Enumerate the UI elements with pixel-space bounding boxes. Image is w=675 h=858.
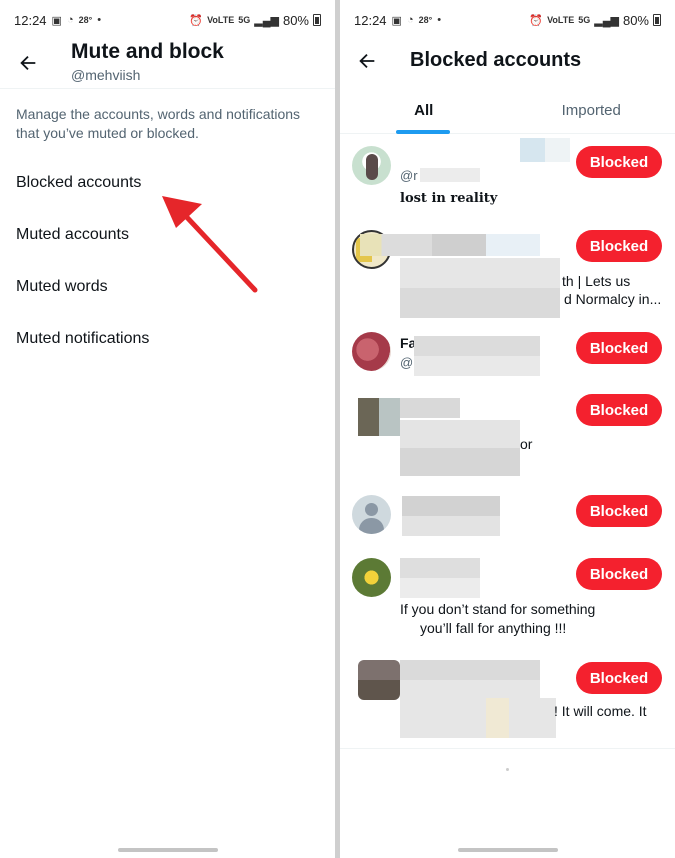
blocked-button[interactable]: Blocked <box>576 662 662 694</box>
blocked-button[interactable]: Blocked <box>576 332 662 364</box>
page-title: Blocked accounts <box>410 49 582 71</box>
menu-item-muted-notifications[interactable]: Muted notifications <box>0 313 335 365</box>
page-title: Mute and block <box>71 40 224 63</box>
list-item[interactable]: @r lost in reality Blocked <box>340 134 675 224</box>
alarm-icon: ⏰ <box>529 14 544 27</box>
avatar[interactable] <box>352 332 391 371</box>
blurred-name <box>400 398 460 418</box>
gallery-icon: ▣ <box>51 14 62 27</box>
blurred-bio <box>400 698 556 738</box>
account-bio: lost in reality <box>400 191 498 206</box>
blurred-name <box>414 336 540 376</box>
account-handle: @r <box>400 168 418 183</box>
status-net2: 5G <box>238 15 251 25</box>
blocked-accounts-screen: 12:24 ▣ ◔ 28° • ⏰ VoLTE 5G ▂▄▆ 80% Block… <box>340 0 675 858</box>
blocked-button[interactable]: Blocked <box>576 146 662 178</box>
avatar[interactable] <box>352 558 391 597</box>
list-item[interactable]: If you don’t stand for something you’ll … <box>340 552 675 648</box>
signal-icon: ▂▄▆ <box>254 14 279 27</box>
account-bio-line-1: If you don’t stand for something <box>400 601 596 617</box>
blocked-button[interactable]: Blocked <box>576 495 662 527</box>
account-bio: ! It will come. It <box>554 703 647 719</box>
back-arrow-icon[interactable] <box>17 52 39 74</box>
status-battery: 80% <box>622 12 649 28</box>
header: Mute and block @mehviish <box>0 40 335 88</box>
dot-icon: • <box>437 14 442 26</box>
tab-bar: All Imported <box>340 82 675 134</box>
header: Blocked accounts <box>340 40 675 82</box>
avatar[interactable] <box>358 660 400 700</box>
status-time: 12:24 <box>354 12 387 28</box>
home-indicator[interactable] <box>117 848 218 852</box>
blocked-button[interactable]: Blocked <box>576 394 662 426</box>
status-time: 12:24 <box>14 12 47 28</box>
avatar[interactable] <box>358 398 400 436</box>
gallery-icon: ▣ <box>391 14 402 27</box>
whatsapp-icon: ◔ <box>66 14 74 26</box>
blurred-bio <box>400 258 560 318</box>
status-net2: 5G <box>578 15 591 25</box>
home-indicator[interactable] <box>457 848 558 852</box>
avatar[interactable] <box>352 146 391 185</box>
status-temp: 28° <box>418 15 433 25</box>
account-bio: or <box>520 436 533 452</box>
battery-icon <box>653 14 661 26</box>
status-temp: 28° <box>78 15 93 25</box>
account-bio-line-2: d Normalcy in... <box>564 291 662 307</box>
blurred-name <box>400 660 540 700</box>
tab-all[interactable]: All <box>340 82 508 133</box>
account-handle: @ <box>400 355 414 370</box>
whatsapp-icon: ◔ <box>406 14 414 26</box>
status-net: VoLTE <box>547 15 575 25</box>
alarm-icon: ⏰ <box>189 14 204 27</box>
blocked-button[interactable]: Blocked <box>576 558 662 590</box>
status-bar: 12:24 ▣ ◔ 28° • ⏰ VoLTE 5G ▂▄▆ 80% <box>0 0 335 40</box>
blurred-name <box>520 138 570 162</box>
blurred-name <box>402 496 500 536</box>
tab-imported[interactable]: Imported <box>508 82 675 133</box>
battery-icon <box>313 14 321 26</box>
list-item[interactable]: th | Lets us d Normalcy in... Blocked <box>340 224 675 324</box>
list-item[interactable]: or Blocked <box>340 388 675 484</box>
blocked-button[interactable]: Blocked <box>576 230 662 262</box>
list-item[interactable]: Blocked <box>340 488 675 544</box>
list-item[interactable]: Fa @ Blocked <box>340 324 675 386</box>
description: Manage the accounts, words and notificat… <box>16 106 301 141</box>
status-bar: 12:24 ▣ ◔ 28° • ⏰ VoLTE 5G ▂▄▆ 80% <box>340 0 675 40</box>
status-net: VoLTE <box>207 15 235 25</box>
divider <box>340 748 675 749</box>
signal-icon: ▂▄▆ <box>594 14 619 27</box>
red-pointer-arrow-icon <box>162 196 258 293</box>
blurred-handle <box>420 168 480 182</box>
list-item[interactable]: ! It will come. It Blocked <box>340 656 675 748</box>
mute-and-block-screen: 12:24 ▣ ◔ 28° • ⏰ VoLTE 5G ▂▄▆ 80% Mute … <box>0 0 335 858</box>
blurred-bio <box>400 420 520 476</box>
blurred-name <box>360 234 540 256</box>
blurred-name <box>400 558 480 598</box>
dot-icon: • <box>97 14 102 26</box>
default-avatar-icon[interactable] <box>352 495 391 534</box>
status-battery: 80% <box>282 12 309 28</box>
username: @mehviish <box>71 67 141 83</box>
account-bio-line-1: th | Lets us <box>562 273 631 289</box>
account-bio-line-2: you’ll fall for anything !!! <box>420 620 567 636</box>
loading-indicator <box>506 768 509 771</box>
back-arrow-icon[interactable] <box>356 50 378 72</box>
